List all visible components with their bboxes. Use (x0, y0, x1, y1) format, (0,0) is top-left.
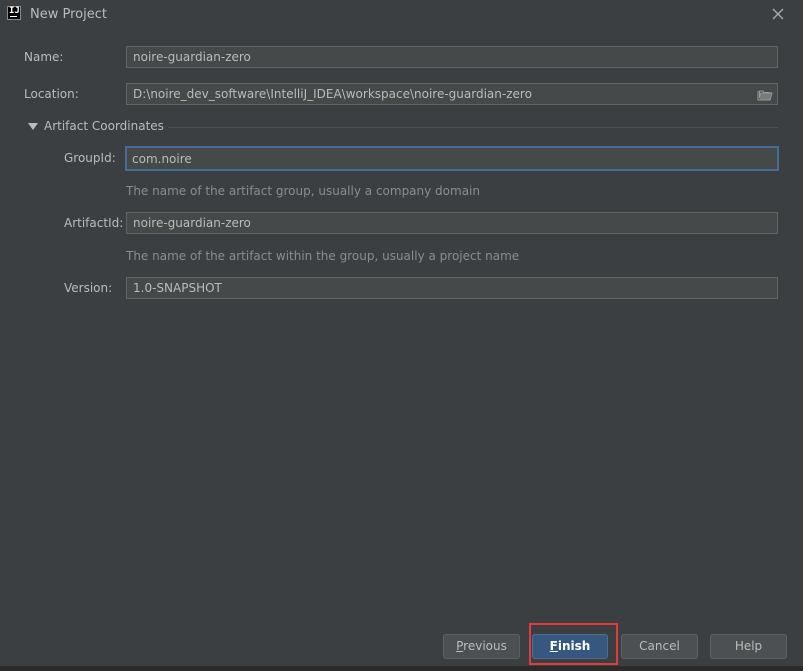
group-id-hint: The name of the artifact group, usually … (126, 184, 480, 198)
artifact-id-hint: The name of the artifact within the grou… (126, 249, 520, 263)
title-bar: IJ New Project (0, 0, 803, 30)
artifact-coordinates-title[interactable]: Artifact Coordinates (44, 119, 164, 133)
location-label: Location: (24, 87, 79, 101)
location-field[interactable] (126, 83, 778, 105)
app-icon-text: IJ (9, 6, 20, 16)
previous-button[interactable]: Previous (443, 634, 520, 659)
version-field[interactable] (126, 277, 778, 299)
help-button[interactable]: Help (710, 634, 787, 659)
folder-icon[interactable] (757, 88, 773, 102)
collapse-triangle-icon[interactable] (28, 123, 38, 131)
finish-label: inish (557, 639, 591, 653)
group-id-field[interactable] (125, 146, 779, 171)
intellij-icon: IJ (7, 6, 21, 20)
bottom-strip (0, 666, 803, 671)
version-label: Version: (64, 281, 113, 295)
previous-label: revious (463, 639, 507, 653)
cancel-button[interactable]: Cancel (621, 634, 698, 659)
artifact-id-label: ArtifactId: (64, 216, 124, 230)
finish-button[interactable]: Finish (532, 634, 608, 659)
close-icon[interactable] (770, 6, 786, 22)
window-title: New Project (30, 7, 107, 22)
section-divider (168, 127, 778, 128)
artifact-id-field[interactable] (126, 212, 778, 234)
finish-mnemonic: F (549, 639, 558, 653)
name-label: Name: (24, 50, 64, 64)
group-id-label: GroupId: (64, 151, 116, 165)
name-field[interactable] (126, 46, 778, 68)
